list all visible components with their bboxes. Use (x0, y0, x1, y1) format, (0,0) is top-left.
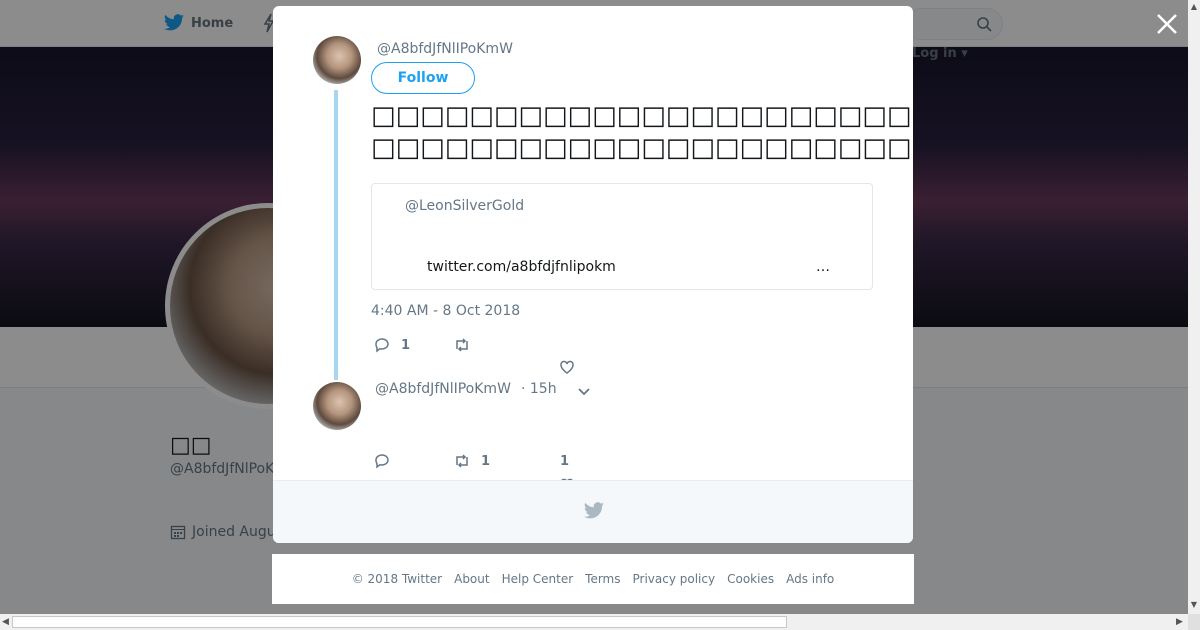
reply-author-handle[interactable]: @A8bfdJfNlIPoKmW (375, 381, 511, 397)
reply-button[interactable] (373, 452, 401, 470)
close-icon[interactable] (1155, 12, 1179, 36)
scroll-left-arrow-icon[interactable]: ◀ (2, 617, 9, 627)
scroll-down-arrow-icon[interactable]: ▼ (1190, 601, 1198, 609)
tweet-text-line-1: □□□□□□□□□□□□□□□□□□□□□□□□□□□□□□□□□□□□□□□□… (371, 101, 911, 131)
tweet-modal: @A8bfdJfNlIPoKmW Follow □□□□□□□□□□□□□□□□… (273, 6, 913, 543)
reply-count: 1 (401, 337, 411, 353)
like-button[interactable] (558, 358, 586, 376)
tweet-timestamp[interactable]: 4:40 AM - 8 Oct 2018 (371, 303, 520, 319)
reply-icon (375, 454, 389, 469)
tweet-text: □□□□□□□□□□□□□□□□□□□□□□ □□□□□□□□□□□□□□□□□□… (371, 100, 911, 164)
tweet-author-avatar[interactable] (313, 36, 361, 84)
footer-links: © 2018 Twitter About Help Center Terms P… (272, 554, 914, 604)
scrollbar-corner (1188, 614, 1200, 630)
modal-footer (273, 480, 913, 543)
twitter-bird-icon (583, 502, 605, 519)
footer-link-privacy[interactable]: Privacy policy (633, 572, 716, 586)
footer-link-about[interactable]: About (454, 572, 489, 586)
footer-link-cookies[interactable]: Cookies (727, 572, 774, 586)
reply-button[interactable]: 1 (373, 336, 410, 354)
scroll-right-arrow-icon[interactable]: ▶ (1176, 617, 1183, 627)
thread-line (334, 90, 338, 380)
retweet-count: 1 (481, 453, 491, 469)
reply-author-avatar[interactable] (313, 382, 361, 430)
horizontal-scrollbar[interactable]: ◀ ▶ (0, 614, 1188, 630)
footer-link-help-center[interactable]: Help Center (502, 572, 574, 586)
tweet-text-line-2: □□□□□□□□□□□□□□□□□□□□□□□□□□□□□□□□□□□□□□□□… (371, 133, 911, 163)
site-footer: © 2018 Twitter About Help Center Terms P… (272, 554, 914, 604)
chevron-down-icon[interactable] (577, 384, 591, 398)
reply-icon (375, 338, 389, 353)
quoted-tweet-link[interactable]: twitter.com/a8bfdjfnlipokm (427, 259, 616, 275)
tweet-author-handle[interactable]: @A8bfdJfNlIPoKmW (377, 41, 513, 57)
scroll-up-arrow-icon[interactable]: ▲ (1190, 3, 1198, 11)
retweet-icon (456, 454, 468, 468)
footer-copyright: © 2018 Twitter (351, 572, 443, 586)
retweet-button[interactable] (453, 336, 481, 354)
footer-link-ads-info[interactable]: Ads info (786, 572, 834, 586)
quoted-tweet-handle[interactable]: @LeonSilverGold (405, 198, 524, 214)
footer-link-terms[interactable]: Terms (585, 572, 620, 586)
retweet-button[interactable]: 1 (453, 452, 490, 470)
heart-icon (560, 360, 574, 374)
reply-time[interactable]: · 15h (521, 381, 557, 397)
quoted-tweet-more: … (816, 259, 830, 275)
like-count: 1 (560, 454, 570, 469)
vertical-scrollbar[interactable]: ▲ ▼ (1188, 0, 1200, 614)
horizontal-scroll-thumb[interactable] (12, 616, 787, 628)
quoted-tweet-card[interactable]: @LeonSilverGold twitter.com/a8bfdjfnlipo… (371, 183, 873, 290)
follow-button[interactable]: Follow (371, 62, 475, 94)
retweet-icon (456, 338, 468, 352)
